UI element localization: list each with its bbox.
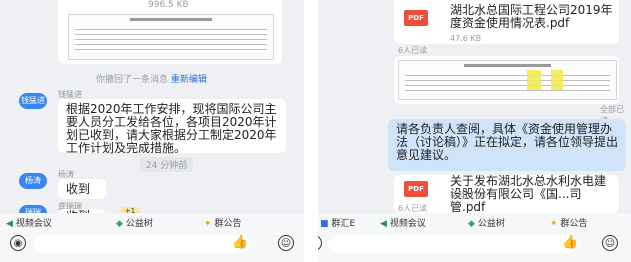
shortcut-label: 公益树: [477, 219, 505, 229]
file-size: 996.5 KB: [148, 0, 189, 10]
left-chat-panel: 996.5 KB 你撤回了一条消息 重新编辑 钱猛进 钱猛进 根据2020年工作…: [0, 0, 304, 262]
voice-icon[interactable]: ◉: [10, 235, 26, 251]
shortcut-group-collection[interactable]: ■ 群汇E: [320, 216, 355, 229]
pdf-file-card[interactable]: PDF 关于发布湖北水总水利水电建设股份有限公司《国...司管.pdf: [394, 175, 619, 214]
message-bubble[interactable]: 请各负责人查阅，具体《资金使用管理办法（讨论稿）》正在拟定，请各位领导提出意见建…: [388, 119, 626, 171]
shortcut-label: 群汇E: [331, 219, 356, 229]
collection-icon: ■: [320, 219, 329, 229]
recall-notice: 你撤回了一条消息 重新编辑: [96, 72, 207, 85]
recall-text: 你撤回了一条消息: [96, 75, 169, 85]
file-thumbnail: [68, 14, 274, 60]
shortcut-label: 群公告: [560, 219, 588, 229]
file-size: 47.6 KB: [450, 34, 482, 43]
message-bubble[interactable]: 根据2020年工作安排，现将国际公司主要人员分工发给各位，各项目2020年计划已…: [58, 99, 286, 155]
middle-gap: [304, 0, 318, 262]
megaphone-icon: ✦: [550, 219, 558, 229]
video-icon: ◀: [6, 219, 13, 229]
shortcut-charity-tree[interactable]: ◆ 公益树: [116, 216, 153, 229]
input-bar: ◉ 👍 ☺: [0, 231, 304, 262]
emoji-icon[interactable]: ☺: [278, 235, 294, 251]
file-thumbnail: [398, 60, 617, 100]
pdf-file-card[interactable]: PDF 湖北水总国际工程公司2019年度资金使用情况表.pdf: [394, 0, 619, 44]
like-icon[interactable]: 👍: [232, 235, 248, 250]
file-card[interactable]: 996.5 KB: [58, 0, 282, 64]
timestamp: 24 分钟前: [140, 157, 194, 172]
shortcut-video-meeting[interactable]: ◀ 视频会议: [6, 216, 52, 229]
shortcut-label: 视频会议: [389, 219, 426, 229]
read-status[interactable]: 6人已读: [398, 45, 427, 56]
shortcut-announcement[interactable]: ✦ 群公告: [550, 216, 588, 229]
pdf-icon: PDF: [404, 181, 428, 197]
message-bubble[interactable]: 收到: [58, 179, 106, 199]
avatar[interactable]: 钱猛进: [19, 93, 47, 109]
re-edit-link[interactable]: 重新编辑: [171, 75, 207, 85]
shortcut-video-meeting[interactable]: ◀ 视频会议: [380, 216, 426, 229]
file-title: 湖北水总国际工程公司2019年度资金使用情况表.pdf: [450, 3, 613, 30]
add-icon[interactable]: +: [318, 235, 322, 251]
shortcut-bar: ■ 群汇E ◀ 视频会议 ◆ 公益树 ✦ 群公告: [318, 213, 631, 231]
video-icon: ◀: [380, 219, 387, 229]
avatar[interactable]: 杨涛: [19, 173, 47, 189]
pdf-icon: PDF: [404, 10, 428, 26]
right-chat-panel: PDF 湖北水总国际工程公司2019年度资金使用情况表.pdf 47.6 KB …: [318, 0, 631, 262]
megaphone-icon: ✦: [204, 219, 212, 229]
message-input[interactable]: [328, 235, 578, 253]
input-bar: ☺ + 👍 ☺: [318, 231, 631, 262]
charity-icon: ◆: [468, 219, 475, 229]
shortcut-label: 视频会议: [15, 219, 52, 229]
shortcut-charity-tree[interactable]: ◆ 公益树: [468, 216, 505, 229]
shortcut-label: 公益树: [125, 219, 153, 229]
shortcut-label: 群公告: [214, 219, 242, 229]
shortcut-announcement[interactable]: ✦ 群公告: [204, 216, 242, 229]
charity-icon: ◆: [116, 219, 123, 229]
message-input[interactable]: [34, 235, 250, 253]
shortcut-bar: ◀ 视频会议 ◆ 公益树 ✦ 群公告: [0, 213, 304, 231]
file-card[interactable]: [394, 56, 619, 104]
like-icon[interactable]: 👍: [562, 235, 578, 250]
emoji-icon[interactable]: ☺: [602, 235, 618, 251]
file-size: 634.3 KB: [450, 191, 487, 200]
